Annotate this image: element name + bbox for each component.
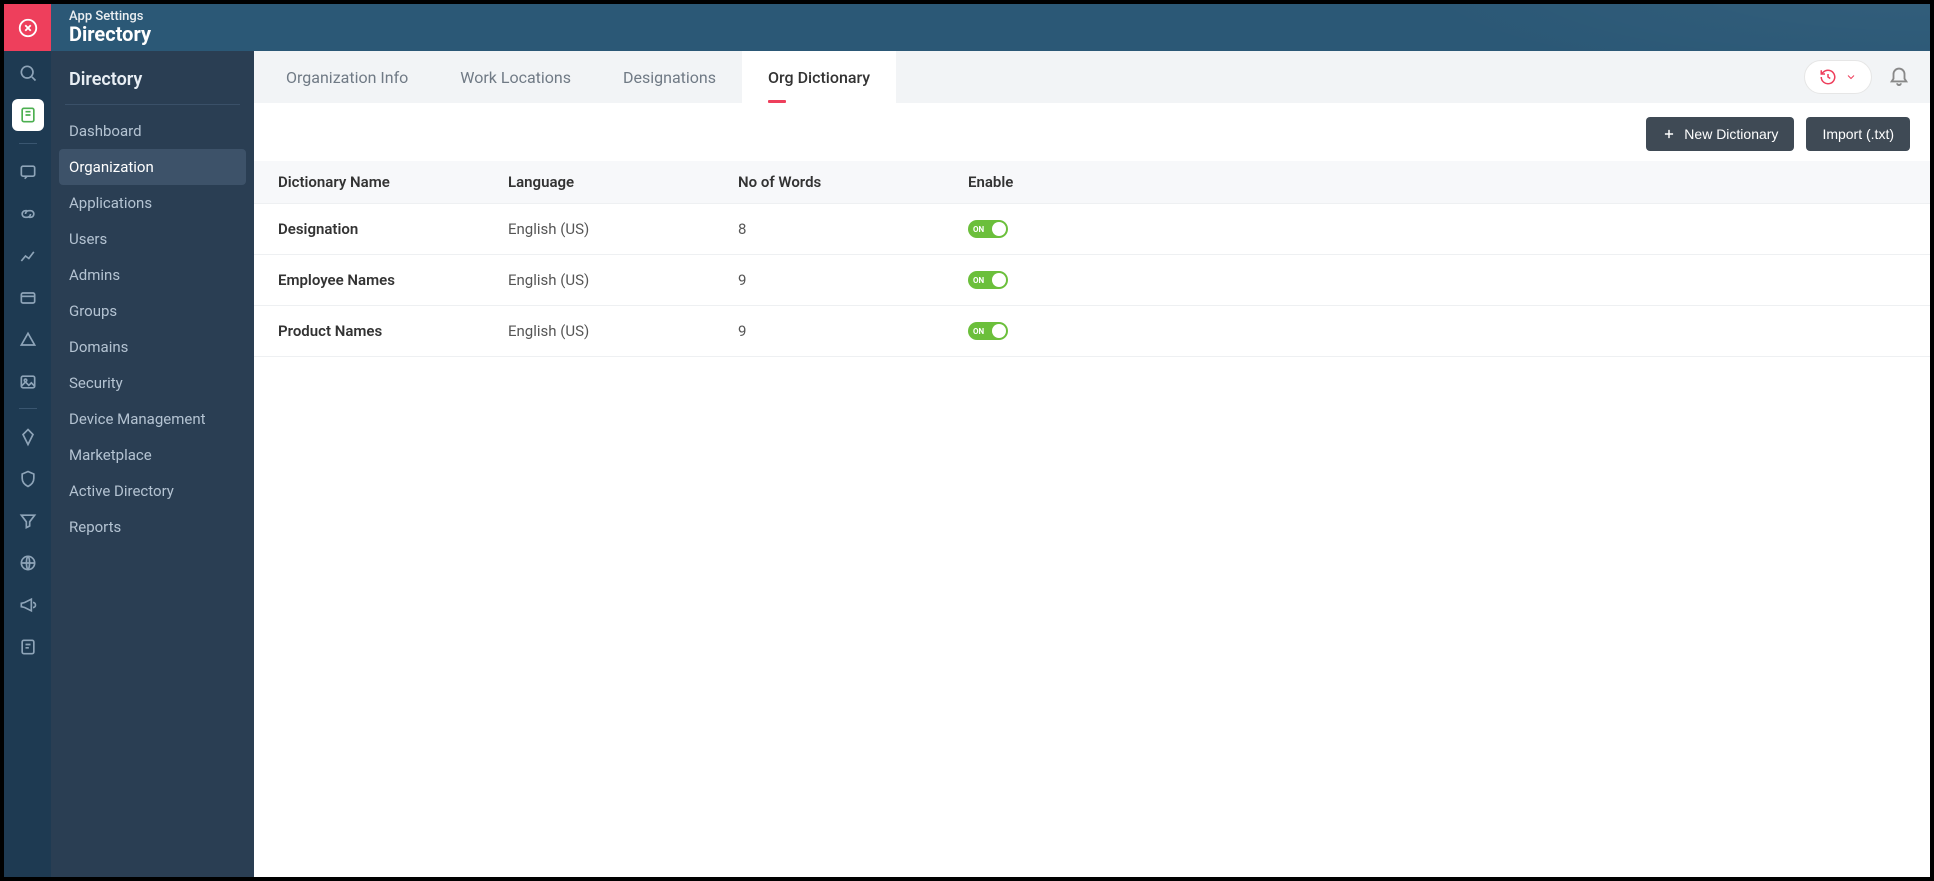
toggle-knob <box>992 222 1006 236</box>
image-icon <box>18 372 38 392</box>
search-icon <box>18 63 38 83</box>
import-txt-label: Import (.txt) <box>1822 126 1894 142</box>
rail-chat-icon-button[interactable] <box>4 152 51 192</box>
dictionary-name: Employee Names <box>278 271 508 289</box>
toggle-knob <box>992 324 1006 338</box>
sidebar-item-users[interactable]: Users <box>51 221 254 257</box>
rail-folder-icon-button[interactable] <box>4 278 51 318</box>
shield-icon <box>18 469 38 489</box>
note-icon <box>18 637 38 657</box>
table-row: Product NamesEnglish (US)9 ON <box>254 306 1930 357</box>
import-txt-button[interactable]: Import (.txt) <box>1806 117 1910 151</box>
sidebar-item-applications[interactable]: Applications <box>51 185 254 221</box>
enable-toggle[interactable]: ON <box>968 322 1008 340</box>
folder-icon <box>18 288 38 308</box>
toggle-knob <box>992 273 1006 287</box>
dictionary-word-count: 9 <box>738 322 968 340</box>
rail-filter-icon-button[interactable] <box>4 501 51 541</box>
col-header-enable: Enable <box>968 173 1906 191</box>
dictionary-word-count: 8 <box>738 220 968 238</box>
sidebar-item-active-directory[interactable]: Active Directory <box>51 473 254 509</box>
analytics-icon <box>18 246 38 266</box>
sidebar-item-device-management[interactable]: Device Management <box>51 401 254 437</box>
plus-icon <box>1662 127 1676 141</box>
history-icon <box>1819 68 1837 86</box>
tab-designations[interactable]: Designations <box>597 51 742 103</box>
triangle-icon <box>18 330 38 350</box>
sidebar-item-marketplace[interactable]: Marketplace <box>51 437 254 473</box>
rail-globe-icon-button[interactable] <box>4 543 51 583</box>
action-bar: New Dictionary Import (.txt) <box>254 103 1930 161</box>
sidebar-item-security[interactable]: Security <box>51 365 254 401</box>
table-header: Dictionary Name Language No of Words Ena… <box>254 161 1930 204</box>
side-nav: Directory DashboardOrganizationApplicati… <box>51 51 254 877</box>
sidebar-item-reports[interactable]: Reports <box>51 509 254 545</box>
rail-megaphone-icon-button[interactable] <box>4 585 51 625</box>
globe-icon <box>18 553 38 573</box>
rail-note-icon-button[interactable] <box>4 627 51 667</box>
directory-icon <box>18 105 38 125</box>
col-header-language: Language <box>508 173 738 191</box>
sidebar-item-domains[interactable]: Domains <box>51 329 254 365</box>
rail-analytics-icon-button[interactable] <box>4 236 51 276</box>
enable-toggle[interactable]: ON <box>968 271 1008 289</box>
dictionary-enable-cell: ON <box>968 220 1906 238</box>
dictionary-enable-cell: ON <box>968 271 1906 289</box>
col-header-name: Dictionary Name <box>278 173 508 191</box>
bell-icon <box>1888 64 1910 86</box>
filter-icon <box>18 511 38 531</box>
tab-work-locations[interactable]: Work Locations <box>434 51 597 103</box>
chevron-down-icon <box>1845 71 1857 83</box>
close-icon <box>17 17 39 39</box>
diamond-icon <box>18 427 38 447</box>
close-button[interactable] <box>4 4 51 51</box>
main-content: Organization InfoWork LocationsDesignati… <box>254 51 1930 877</box>
table-row: Employee NamesEnglish (US)9 ON <box>254 255 1930 306</box>
sidebar-item-dashboard[interactable]: Dashboard <box>51 113 254 149</box>
new-dictionary-button[interactable]: New Dictionary <box>1646 117 1794 151</box>
table-row: DesignationEnglish (US)8 ON <box>254 204 1930 255</box>
tab-org-dictionary[interactable]: Org Dictionary <box>742 51 896 103</box>
new-dictionary-label: New Dictionary <box>1684 126 1778 142</box>
toggle-label: ON <box>973 225 984 234</box>
megaphone-icon <box>18 595 38 615</box>
sidebar-item-organization[interactable]: Organization <box>59 149 246 185</box>
icon-rail <box>4 4 51 877</box>
history-dropdown-button[interactable] <box>1804 60 1872 94</box>
top-header: App Settings Directory <box>51 4 1930 51</box>
dictionary-name: Designation <box>278 220 508 238</box>
tab-organization-info[interactable]: Organization Info <box>260 51 434 103</box>
rail-triangle-icon-button[interactable] <box>4 320 51 360</box>
search-icon-button[interactable] <box>4 53 51 93</box>
sidebar-item-groups[interactable]: Groups <box>51 293 254 329</box>
dictionary-language: English (US) <box>508 220 738 238</box>
dictionary-word-count: 9 <box>738 271 968 289</box>
rail-separator <box>19 143 37 144</box>
notifications-button[interactable] <box>1888 64 1910 90</box>
tab-bar: Organization InfoWork LocationsDesignati… <box>254 51 1930 103</box>
rail-image-icon-button[interactable] <box>4 362 51 402</box>
breadcrumb: App Settings <box>69 9 151 25</box>
rail-diamond-icon-button[interactable] <box>4 417 51 457</box>
rail-shield-icon-button[interactable] <box>4 459 51 499</box>
toggle-label: ON <box>973 327 984 336</box>
side-nav-title: Directory <box>65 51 240 105</box>
dictionary-language: English (US) <box>508 322 738 340</box>
enable-toggle[interactable]: ON <box>968 220 1008 238</box>
page-title: Directory <box>69 22 151 46</box>
dictionary-language: English (US) <box>508 271 738 289</box>
chat-icon <box>18 162 38 182</box>
dictionary-enable-cell: ON <box>968 322 1906 340</box>
dictionary-table: Dictionary Name Language No of Words Ena… <box>254 161 1930 357</box>
rail-separator <box>19 408 37 409</box>
toggle-label: ON <box>973 276 984 285</box>
col-header-words: No of Words <box>738 173 968 191</box>
dictionary-name: Product Names <box>278 322 508 340</box>
sidebar-item-admins[interactable]: Admins <box>51 257 254 293</box>
directory-app-icon-button[interactable] <box>12 99 44 131</box>
rail-link-icon-button[interactable] <box>4 194 51 234</box>
link-icon <box>18 204 38 224</box>
